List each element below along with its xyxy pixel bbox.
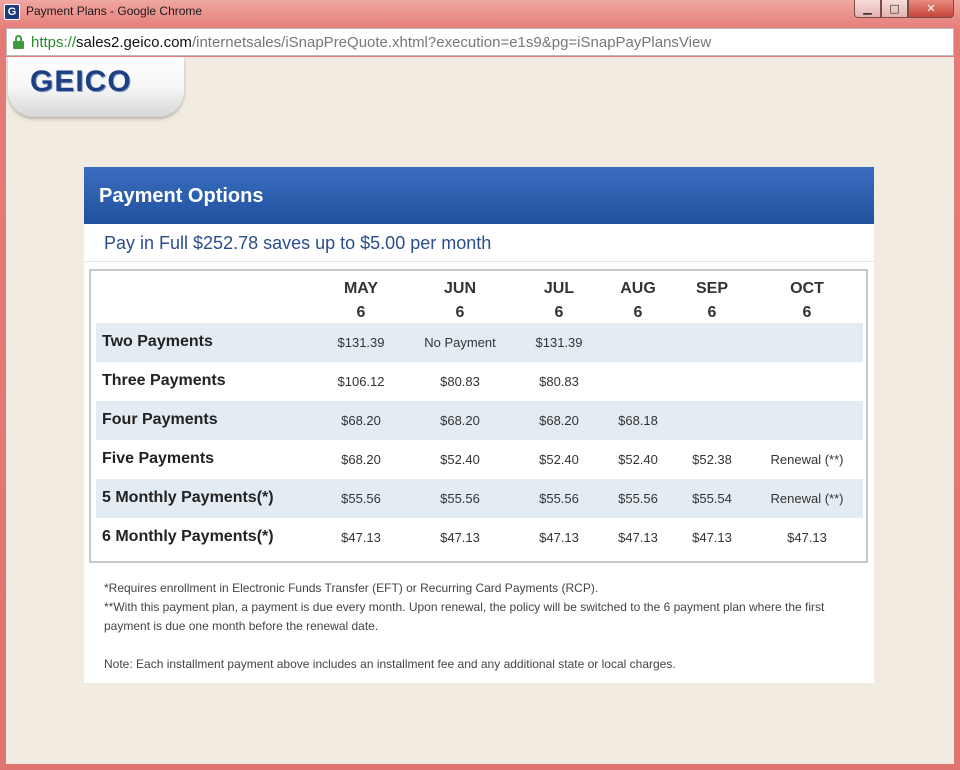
table-cell: $47.13 <box>440 530 480 545</box>
title-bar[interactable]: G Payment Plans - Google Chrome ▁ □ ✕ <box>0 0 960 24</box>
maximize-icon: □ <box>889 2 900 15</box>
table-cell: $80.83 <box>539 374 579 389</box>
column-month: AUG <box>620 280 656 297</box>
table-row: 5 Monthly Payments(*) $55.56 $55.56 $55.56 $… <box>96 479 863 518</box>
table-cell: $47.13 <box>539 530 579 545</box>
footnote-renewal: **With this payment plan, a payment is d… <box>104 600 825 633</box>
table-cell: $68.20 <box>440 413 480 428</box>
table-cell: $47.13 <box>692 530 732 545</box>
geico-logo-text: GEICO <box>30 65 132 98</box>
column-month: MAY <box>343 280 379 297</box>
window-title: Payment Plans - Google Chrome <box>26 4 203 18</box>
column-day: 6 <box>802 304 812 321</box>
table-cell: $52.40 <box>539 452 579 467</box>
table-cell: $80.83 <box>440 374 480 389</box>
column-header-0: MAY 6 <box>316 277 406 325</box>
address-bar[interactable]: https://sales2.geico.com/internetsales/i… <box>6 28 954 56</box>
footnote-installment-note: Note: Each installment payment above inc… <box>104 657 676 671</box>
table-row: Two Payments $131.39 No Payment $131.39 <box>96 323 863 362</box>
url-host: sales2.geico.com <box>76 34 192 51</box>
table-row: Four Payments $68.20 $68.20 $68.20 $68.18 <box>96 401 863 440</box>
column-header-1: JUN 6 <box>415 277 505 325</box>
column-day: 6 <box>707 304 717 321</box>
maximize-button[interactable]: □ <box>881 0 908 18</box>
browser-window: G Payment Plans - Google Chrome ▁ □ ✕ ht… <box>0 0 960 770</box>
table-cell: $55.56 <box>341 491 381 506</box>
row-label: 5 Monthly Payments(*) <box>102 489 274 506</box>
table-row: Five Payments $68.20 $52.40 $52.40 $52.40 $52… <box>96 440 863 479</box>
column-day: 6 <box>356 304 366 321</box>
row-label: Five Payments <box>102 450 215 467</box>
chrome-app-icon: G <box>4 4 20 20</box>
table-cell: $68.20 <box>539 413 579 428</box>
pay-in-full-text: Pay in Full $252.78 saves up to $5.00 pe… <box>84 224 874 262</box>
url-text[interactable]: https://sales2.geico.com/internetsales/i… <box>31 34 711 51</box>
column-header-2: JUL 6 <box>514 277 604 325</box>
table-cell: $55.56 <box>539 491 579 506</box>
table-cell: $131.39 <box>535 335 583 350</box>
table-header: MAY 6 JUN 6 JUL 6 AUG 6 SEP 6 OCT 6 <box>91 271 866 323</box>
table-cell: $47.13 <box>787 530 827 545</box>
payment-plans-table: MAY 6 JUN 6 JUL 6 AUG 6 SEP 6 OCT 6 Two Payments $13… <box>89 269 868 563</box>
panel-title: Payment Options <box>99 185 264 207</box>
close-button[interactable]: ✕ <box>908 0 954 18</box>
column-month: SEP <box>695 280 728 297</box>
column-header-5: OCT 6 <box>757 277 857 325</box>
table-cell: $68.20 <box>341 413 381 428</box>
url-path: /internetsales/iSnapPreQuote.xhtml?execu… <box>191 34 712 51</box>
column-month: JUN <box>443 280 476 297</box>
geico-logo[interactable]: GEICO <box>8 57 184 117</box>
table-cell: $47.13 <box>341 530 381 545</box>
panel-header: Payment Options <box>84 167 874 224</box>
minimize-icon: ▁ <box>863 2 872 15</box>
payment-options-panel: Payment Options Pay in Full $252.78 save… <box>84 167 874 683</box>
window-controls: ▁ □ ✕ <box>854 0 954 18</box>
table-cell: $55.56 <box>618 491 658 506</box>
page-viewport: GEICO Payment Options Pay in Full $252.7… <box>6 57 954 764</box>
table-cell: $47.13 <box>618 530 658 545</box>
table-cell: $55.54 <box>692 491 732 506</box>
table-row: 6 Monthly Payments(*) $47.13 $47.13 $47.13 $… <box>96 518 863 557</box>
table-cell: $52.40 <box>618 452 658 467</box>
table-cell: Renewal (**) <box>770 491 844 506</box>
table-cell: $52.40 <box>440 452 480 467</box>
close-icon: ✕ <box>926 2 936 15</box>
column-header-4: SEP 6 <box>677 277 747 325</box>
table-row: Three Payments $106.12 $80.83 $80.83 <box>96 362 863 401</box>
column-month: OCT <box>790 280 824 297</box>
column-header-3: AUG 6 <box>603 277 673 325</box>
table-cell: No Payment <box>424 335 496 350</box>
url-scheme: https:// <box>31 34 77 51</box>
column-day: 6 <box>633 304 643 321</box>
column-month: JUL <box>543 280 575 297</box>
table-cell: $68.18 <box>618 413 658 428</box>
minimize-button[interactable]: ▁ <box>854 0 881 18</box>
column-day: 6 <box>554 304 564 321</box>
table-cell: $68.20 <box>341 452 381 467</box>
table-cell: $106.12 <box>337 374 385 389</box>
table-cell: $131.39 <box>337 335 385 350</box>
row-label: Three Payments <box>102 372 226 389</box>
footnotes: *Requires enrollment in Electronic Funds… <box>104 579 864 674</box>
row-label: Four Payments <box>102 411 218 428</box>
footnote-eft: *Requires enrollment in Electronic Funds… <box>104 581 599 595</box>
table-cell: Renewal (**) <box>770 452 844 467</box>
row-label: Two Payments <box>102 333 213 350</box>
table-cell: $55.56 <box>440 491 480 506</box>
lock-icon[interactable] <box>13 35 24 49</box>
table-cell: $52.38 <box>692 452 732 467</box>
column-day: 6 <box>455 304 465 321</box>
row-label: 6 Monthly Payments(*) <box>102 528 274 545</box>
